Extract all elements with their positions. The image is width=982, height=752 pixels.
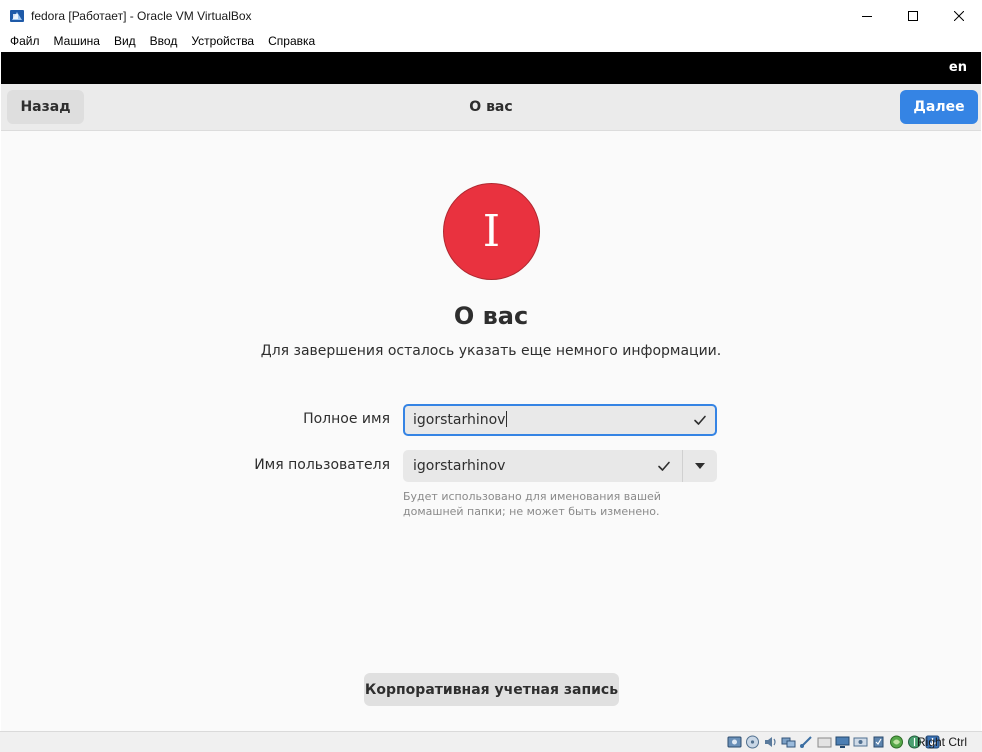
language-indicator[interactable]: en xyxy=(949,52,967,84)
username-value: igorstarhinov xyxy=(413,458,506,474)
vm-status-bar: Right Ctrl xyxy=(0,731,982,752)
menu-file[interactable]: Файл xyxy=(3,31,47,52)
menubar: Файл Машина Вид Ввод Устройства Справка xyxy=(0,31,982,52)
virtualbox-app-icon[interactable] xyxy=(9,8,25,24)
page-title: О вас xyxy=(453,302,529,330)
guest-screen[interactable]: en Назад О вас Далее I О вас Для заверше… xyxy=(1,52,981,731)
usb-icon[interactable] xyxy=(799,735,814,749)
full-name-value: igorstarhinov xyxy=(413,412,506,428)
menu-machine[interactable]: Машина xyxy=(47,31,107,52)
full-name-label: Полное имя xyxy=(303,411,390,427)
video-capture-icon[interactable] xyxy=(853,735,868,749)
full-name-input[interactable]: igorstarhinov xyxy=(403,404,717,436)
minimize-icon xyxy=(862,15,872,17)
window-title: fedora [Работает] - Oracle VM VirtualBox xyxy=(31,8,252,23)
close-icon xyxy=(954,10,964,21)
header-title: О вас xyxy=(469,99,513,115)
display-icon[interactable] xyxy=(835,735,850,749)
menu-devices[interactable]: Устройства xyxy=(184,31,261,52)
enterprise-login-button[interactable]: Корпоративная учетная запись xyxy=(364,673,619,706)
window-titlebar[interactable]: fedora [Работает] - Oracle VM VirtualBox xyxy=(0,0,982,31)
username-label: Имя пользователя xyxy=(254,457,390,473)
cpu-icon[interactable] xyxy=(871,735,886,749)
network-icon[interactable] xyxy=(781,735,796,749)
username-combo[interactable]: igorstarhinov xyxy=(403,450,717,482)
next-button[interactable]: Далее xyxy=(900,90,978,124)
username-dropdown-button[interactable] xyxy=(683,450,717,482)
full-name-value-wrap: igorstarhinov xyxy=(413,406,508,434)
text-caret xyxy=(506,411,508,427)
host-key-label[interactable]: Right Ctrl xyxy=(917,732,967,752)
menu-view[interactable]: Вид xyxy=(107,31,143,52)
maximize-icon xyxy=(908,10,918,21)
username-hint: Будет использовано для именования вашей … xyxy=(403,490,661,518)
menu-help[interactable]: Справка xyxy=(261,31,322,52)
minimize-button[interactable] xyxy=(844,0,890,31)
optical-drive-icon[interactable] xyxy=(745,735,760,749)
check-icon xyxy=(693,413,707,427)
chevron-down-icon xyxy=(695,463,705,469)
audio-icon[interactable] xyxy=(763,735,778,749)
header-bar: Назад О вас Далее xyxy=(1,84,981,131)
maximize-button[interactable] xyxy=(890,0,936,31)
menu-input[interactable]: Ввод xyxy=(143,31,185,52)
hard-disk-icon[interactable] xyxy=(727,735,742,749)
avatar[interactable]: I xyxy=(444,184,539,279)
page-subtitle: Для завершения осталось указать еще немн… xyxy=(260,343,722,359)
guest-additions-icon[interactable] xyxy=(889,735,904,749)
gnome-top-bar: en xyxy=(1,52,981,84)
window-controls xyxy=(844,0,982,31)
check-icon xyxy=(657,459,671,473)
close-button[interactable] xyxy=(936,0,982,31)
shared-folders-icon[interactable] xyxy=(817,735,832,749)
status-icons xyxy=(727,735,940,749)
